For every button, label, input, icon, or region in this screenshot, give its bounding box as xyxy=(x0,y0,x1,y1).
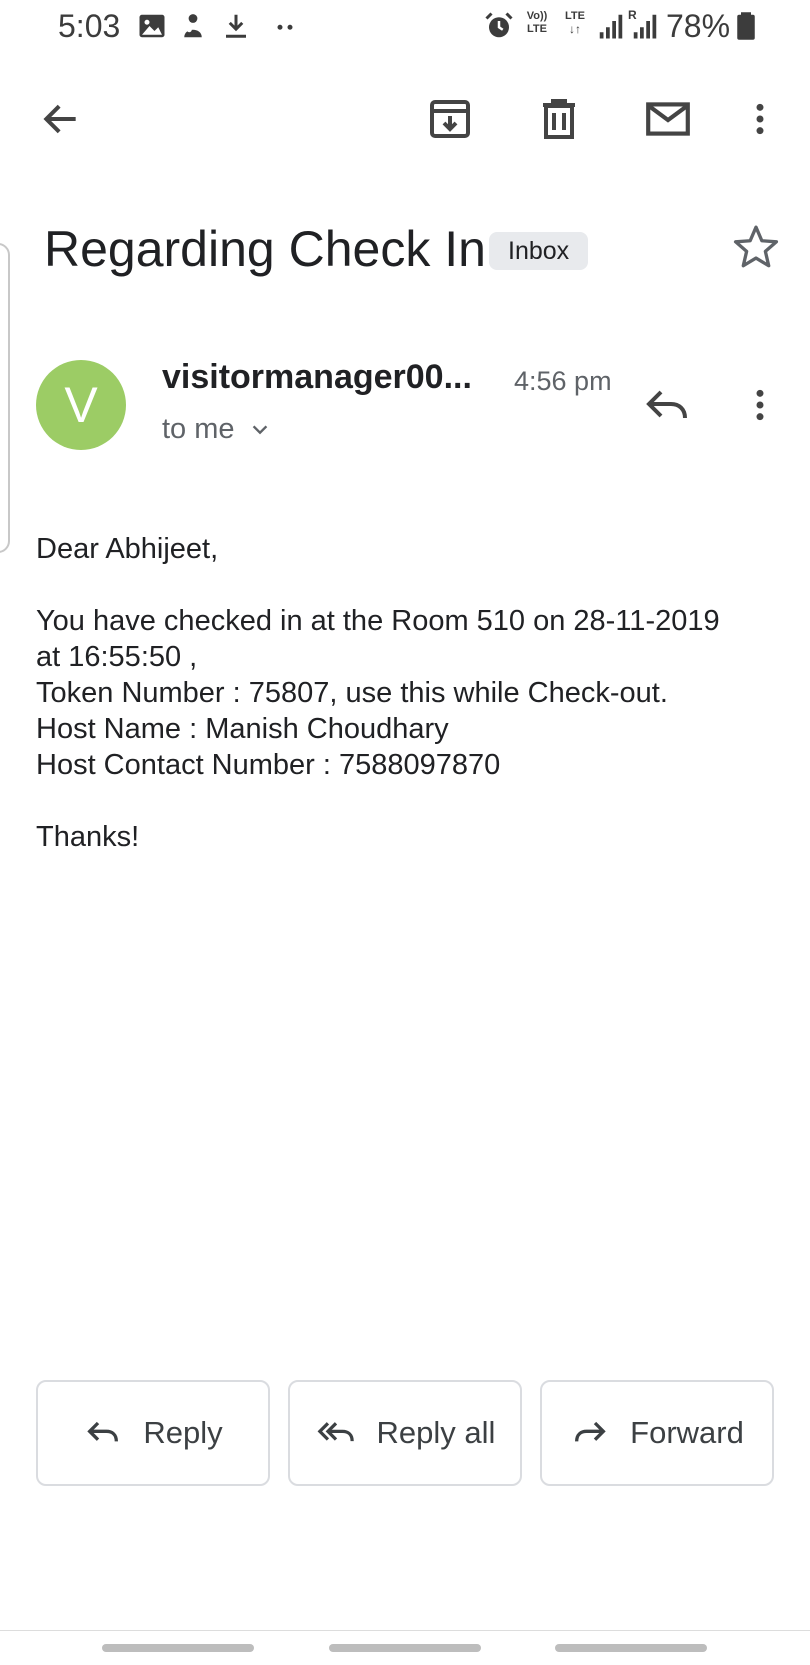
body-line-token: Token Number : 75807, use this while Che… xyxy=(36,677,668,709)
status-bar: 5:03 Vo)) LTE LTE ↓↑ R 78% xyxy=(0,0,810,56)
volte-label-bottom: LTE xyxy=(527,23,547,35)
reply-all-icon xyxy=(317,1422,354,1442)
body-line-time: at 16:55:50 , xyxy=(36,641,198,673)
archive-button[interactable] xyxy=(423,92,477,146)
more-options-button[interactable] xyxy=(740,92,780,146)
forward-label: Forward xyxy=(630,1415,744,1450)
body-closing: Thanks! xyxy=(36,821,140,853)
sender-avatar[interactable]: V xyxy=(36,360,126,450)
back-button[interactable] xyxy=(36,94,86,144)
forward-button[interactable]: Forward xyxy=(540,1380,774,1486)
forward-icon xyxy=(575,1421,606,1442)
roaming-signal-icon xyxy=(633,14,657,39)
back-arrow-icon xyxy=(43,104,76,134)
inbox-label-chip[interactable]: Inbox xyxy=(489,232,589,270)
delete-icon xyxy=(543,99,575,139)
body-line-checkin: You have checked in at the Room 510 on 2… xyxy=(36,605,720,637)
reply-icon xyxy=(646,390,687,419)
email-body: Dear Abhijeet, You have checked in at th… xyxy=(36,531,776,855)
delete-button[interactable] xyxy=(532,92,586,146)
alarm-icon xyxy=(485,12,513,38)
nav-bar-divider xyxy=(0,1630,810,1631)
recipient-details-toggle[interactable]: to me xyxy=(162,413,271,446)
reply-all-button[interactable]: Reply all xyxy=(288,1380,522,1486)
download-icon xyxy=(226,14,246,38)
nav-back-button[interactable] xyxy=(555,1644,707,1652)
more-vert-icon xyxy=(756,389,764,421)
reply-button[interactable]: Reply xyxy=(36,1380,270,1486)
archive-icon xyxy=(430,100,470,138)
image-icon xyxy=(139,14,165,38)
nav-home-button[interactable] xyxy=(329,1644,481,1652)
chevron-down-icon xyxy=(252,424,267,434)
reply-label: Reply xyxy=(143,1415,223,1450)
battery-percent: 78% xyxy=(666,8,731,44)
star-icon[interactable] xyxy=(731,222,781,272)
mark-unread-icon xyxy=(646,102,690,136)
edge-panel-handle[interactable] xyxy=(0,243,10,553)
quick-reply-button[interactable] xyxy=(638,378,696,434)
sender-name[interactable]: visitormanager00... xyxy=(162,358,472,397)
more-vert-icon xyxy=(756,103,764,135)
body-greeting: Dear Abhijeet, xyxy=(36,533,219,565)
battery-icon xyxy=(737,12,755,40)
reply-icon xyxy=(87,1421,119,1442)
mark-unread-button[interactable] xyxy=(640,92,696,146)
person-notification-icon xyxy=(184,14,202,38)
sent-time: 4:56 pm xyxy=(514,366,612,396)
recipient-label: to me xyxy=(162,413,235,445)
lte-data-icon: LTE ↓↑ xyxy=(560,10,590,36)
data-arrows-icon: ↓↑ xyxy=(569,22,581,36)
email-subject: Regarding Check In xyxy=(44,221,486,277)
nav-recents-button[interactable] xyxy=(102,1644,254,1652)
message-more-options-button[interactable] xyxy=(740,378,780,432)
status-time: 5:03 xyxy=(58,8,121,44)
reply-all-label: Reply all xyxy=(376,1415,496,1450)
body-line-host-contact[interactable]: Host Contact Number : 7588097870 xyxy=(36,747,776,783)
volte-label-top: Vo)) xyxy=(526,10,548,22)
more-dots-icon xyxy=(277,24,293,30)
volte-icon: Vo)) LTE xyxy=(522,10,552,36)
body-line-host-name: Host Name : Manish Choudhary xyxy=(36,713,449,745)
signal-icon xyxy=(599,14,623,39)
